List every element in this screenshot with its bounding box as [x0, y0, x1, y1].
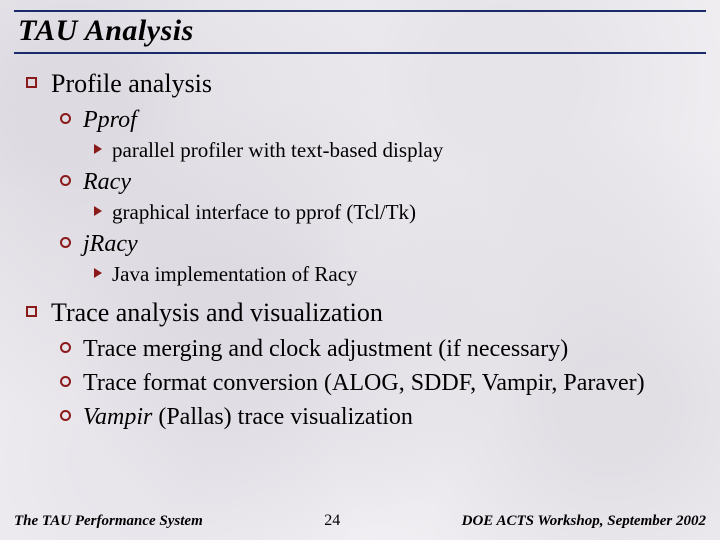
item-jracy: jRacy [26, 229, 700, 259]
circle-bullet-icon [60, 175, 71, 186]
triangle-bullet-icon [94, 268, 102, 278]
circle-bullet-icon [60, 113, 71, 124]
item-name: Racy [83, 167, 131, 197]
triangle-bullet-icon [94, 144, 102, 154]
circle-bullet-icon [60, 237, 71, 248]
slide-title: TAU Analysis [18, 14, 702, 48]
footer-left: The TAU Performance System [14, 513, 203, 530]
section-heading: Profile analysis [51, 68, 212, 101]
section-trace-analysis: Trace analysis and visualization [26, 297, 700, 330]
square-bullet-icon [26, 306, 37, 317]
circle-bullet-icon [60, 342, 71, 353]
slide-title-bar: TAU Analysis [14, 10, 706, 54]
detail-pprof: parallel profiler with text-based displa… [26, 137, 700, 163]
item-name: Trace merging and clock adjustment (if n… [83, 334, 568, 364]
item-name: Vampir (Pallas) trace visualization [83, 402, 413, 432]
slide-footer: The TAU Performance System 24 DOE ACTS W… [14, 512, 706, 530]
item-trace-merging: Trace merging and clock adjustment (if n… [26, 334, 700, 364]
detail-jracy: Java implementation of Racy [26, 261, 700, 287]
item-pprof: Pprof [26, 105, 700, 135]
detail-text: parallel profiler with text-based displa… [112, 137, 443, 163]
item-vampir: Vampir (Pallas) trace visualization [26, 402, 700, 432]
detail-racy: graphical interface to pprof (Tcl/Tk) [26, 199, 700, 225]
footer-page-number: 24 [324, 512, 340, 530]
item-name: Pprof [83, 105, 137, 135]
item-name: jRacy [83, 229, 138, 259]
circle-bullet-icon [60, 376, 71, 387]
item-name: Trace format conversion (ALOG, SDDF, Vam… [83, 368, 645, 398]
footer-right: DOE ACTS Workshop, September 2002 [462, 513, 706, 530]
item-racy: Racy [26, 167, 700, 197]
triangle-bullet-icon [94, 206, 102, 216]
detail-text: Java implementation of Racy [112, 261, 358, 287]
item-trace-format: Trace format conversion (ALOG, SDDF, Vam… [26, 368, 700, 398]
circle-bullet-icon [60, 410, 71, 421]
section-profile-analysis: Profile analysis [26, 68, 700, 101]
detail-text: graphical interface to pprof (Tcl/Tk) [112, 199, 416, 225]
section-heading: Trace analysis and visualization [51, 297, 383, 330]
slide-content: Profile analysis Pprof parallel profiler… [26, 62, 700, 432]
square-bullet-icon [26, 77, 37, 88]
